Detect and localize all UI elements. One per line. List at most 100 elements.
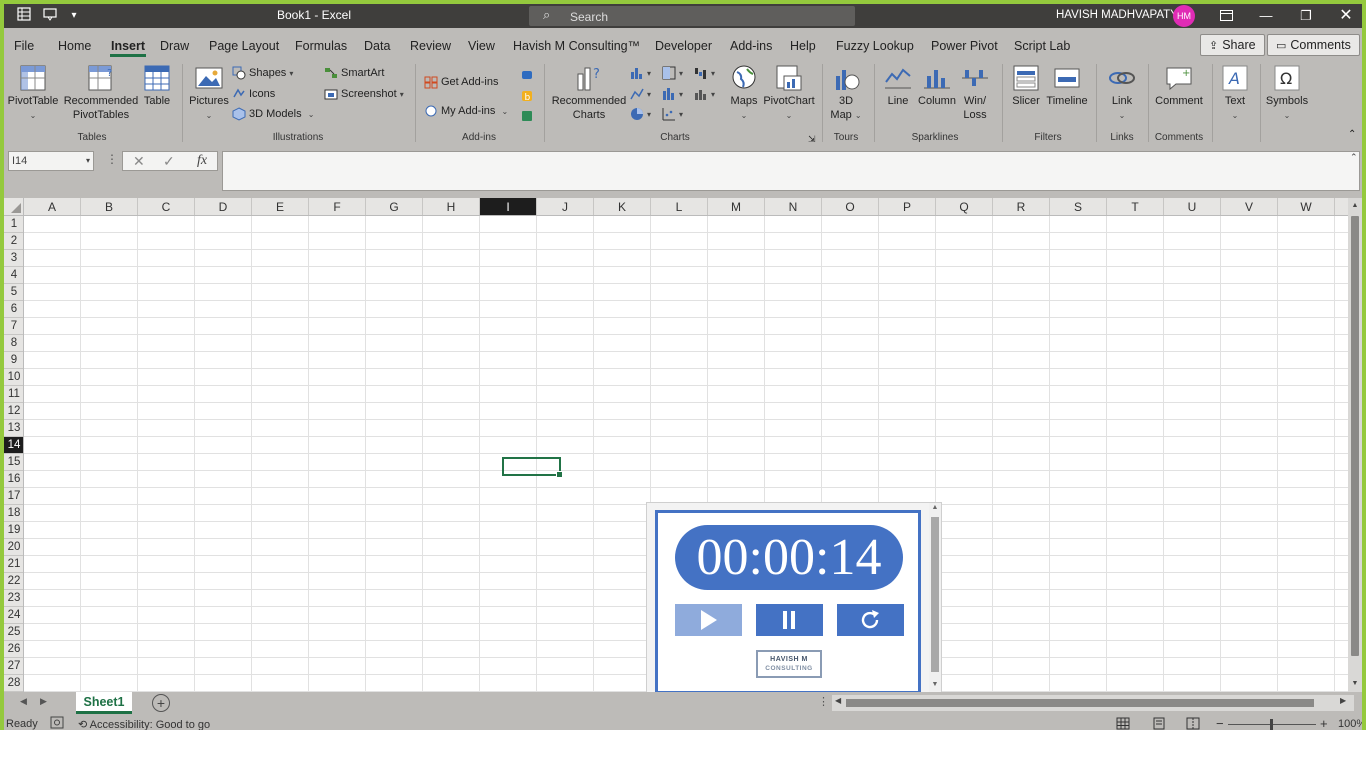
- row-header[interactable]: 4: [4, 267, 23, 284]
- chevron-down-icon[interactable]: ▾: [86, 152, 90, 170]
- pie-chart-button[interactable]: ▾: [630, 105, 651, 123]
- 3d-models-button[interactable]: 3D Models ⌄: [232, 105, 314, 123]
- page-break-view-icon[interactable]: [1186, 717, 1200, 730]
- row-header[interactable]: 27: [4, 658, 23, 675]
- combo-chart-button[interactable]: ▾: [694, 85, 715, 103]
- presentation-icon[interactable]: [40, 7, 60, 25]
- play-button[interactable]: [675, 604, 742, 636]
- widget-scrollbar[interactable]: ▲ ▼: [929, 503, 941, 692]
- my-add-ins-button[interactable]: My Add-ins ⌄: [424, 102, 508, 120]
- column-header[interactable]: J: [537, 198, 594, 215]
- next-sheet-icon[interactable]: ▶: [40, 696, 47, 707]
- row-header[interactable]: 7: [4, 318, 23, 335]
- restore-icon[interactable]: ❐: [1286, 4, 1326, 28]
- waterfall-chart-button[interactable]: ▾: [694, 64, 715, 82]
- column-header[interactable]: C: [138, 198, 195, 215]
- pictures-button[interactable]: Pictures ⌄: [188, 64, 230, 123]
- line-chart-button[interactable]: ▾: [630, 85, 651, 103]
- cell-grid[interactable]: 00:00:14 HAVISH M CONSULTING ▲ ▼: [24, 216, 1348, 692]
- tab-fuzzy-lookup[interactable]: Fuzzy Lookup: [836, 39, 914, 53]
- sparkline-line-button[interactable]: Line: [880, 64, 916, 108]
- column-header[interactable]: K: [594, 198, 651, 215]
- ribbon-display-options-icon[interactable]: [1206, 4, 1246, 28]
- timeline-button[interactable]: Timeline: [1044, 64, 1090, 108]
- row-header[interactable]: 15: [4, 454, 23, 471]
- tab-add-ins[interactable]: Add-ins: [730, 39, 772, 53]
- sparkline-column-button[interactable]: Column: [916, 64, 958, 108]
- tab-power-pivot[interactable]: Power Pivot: [931, 39, 998, 53]
- column-header[interactable]: S: [1050, 198, 1107, 215]
- scroll-up-icon[interactable]: ▲: [929, 504, 941, 511]
- search-box[interactable]: ⌕ Search: [529, 6, 855, 26]
- sparkline-winloss-button[interactable]: Win/Loss: [958, 64, 992, 122]
- horizontal-scrollbar[interactable]: ◀ ▶: [832, 695, 1354, 711]
- row-header[interactable]: 1: [4, 216, 23, 233]
- column-chart-button[interactable]: ▾: [630, 64, 651, 82]
- tab-draw[interactable]: Draw: [160, 39, 189, 53]
- table-button[interactable]: Table: [140, 64, 174, 108]
- column-header[interactable]: E: [252, 198, 309, 215]
- insert-function-icon[interactable]: fx: [197, 153, 207, 169]
- horizontal-scroll-thumb[interactable]: [846, 699, 1314, 707]
- customize-quick-access-icon[interactable]: ▾: [64, 7, 84, 25]
- row-header[interactable]: 6: [4, 301, 23, 318]
- user-name[interactable]: HAVISH MADHVAPATY: [1056, 9, 1178, 21]
- pause-button[interactable]: [756, 604, 823, 636]
- column-header[interactable]: O: [822, 198, 879, 215]
- zoom-out-icon[interactable]: −: [1216, 716, 1224, 730]
- more-options-icon[interactable]: ⋮: [818, 695, 829, 708]
- cancel-icon[interactable]: ✕: [133, 153, 145, 170]
- tab-review[interactable]: Review: [410, 39, 451, 53]
- maps-button[interactable]: Maps ⌄: [728, 64, 760, 123]
- column-header[interactable]: H: [423, 198, 480, 215]
- hierarchy-chart-button[interactable]: ▾: [662, 64, 683, 82]
- column-header[interactable]: T: [1107, 198, 1164, 215]
- collapse-ribbon-icon[interactable]: ⌃: [1348, 126, 1356, 144]
- row-header[interactable]: 11: [4, 386, 23, 403]
- column-header[interactable]: A: [24, 198, 81, 215]
- zoom-slider[interactable]: [1228, 719, 1316, 730]
- slicer-button[interactable]: Slicer: [1006, 64, 1046, 108]
- recommended-charts-button[interactable]: ? Recommended Charts: [550, 64, 628, 122]
- row-header[interactable]: 13: [4, 420, 23, 437]
- people-graph-addin-button[interactable]: [520, 66, 537, 84]
- row-header[interactable]: 9: [4, 352, 23, 369]
- share-button[interactable]: ⇪ Share: [1200, 34, 1265, 56]
- row-header[interactable]: 28: [4, 675, 23, 692]
- vertical-scrollbar[interactable]: ▲ ▼: [1348, 198, 1362, 692]
- zoom-level[interactable]: 100%: [1338, 718, 1362, 730]
- link-button[interactable]: Link ⌄: [1102, 64, 1142, 123]
- column-header[interactable]: L: [651, 198, 708, 215]
- tab-home[interactable]: Home: [58, 39, 91, 53]
- icons-button[interactable]: Icons: [232, 85, 275, 103]
- row-header[interactable]: 25: [4, 624, 23, 641]
- column-header[interactable]: R: [993, 198, 1050, 215]
- widget-scroll-thumb[interactable]: [931, 517, 939, 672]
- column-header[interactable]: I: [480, 198, 537, 215]
- zoom-in-icon[interactable]: +: [1320, 716, 1328, 730]
- tab-developer[interactable]: Developer: [655, 39, 712, 53]
- vertical-scroll-thumb[interactable]: [1351, 216, 1359, 656]
- tab-view[interactable]: View: [468, 39, 495, 53]
- pivotchart-button[interactable]: PivotChart ⌄: [762, 64, 816, 123]
- recommended-pivottables-button[interactable]: ? Recommended PivotTables: [62, 64, 140, 122]
- row-header[interactable]: 3: [4, 250, 23, 267]
- tab-script-lab[interactable]: Script Lab: [1014, 39, 1070, 53]
- name-box[interactable]: I14 ▾: [8, 151, 94, 171]
- add-sheet-icon[interactable]: +: [152, 694, 170, 712]
- enter-icon[interactable]: ✓: [163, 153, 175, 170]
- row-header[interactable]: 19: [4, 522, 23, 539]
- scroll-down-icon[interactable]: ▼: [929, 681, 941, 688]
- row-header[interactable]: 18: [4, 505, 23, 522]
- row-header[interactable]: 17: [4, 488, 23, 505]
- column-header[interactable]: B: [81, 198, 138, 215]
- sheet-tab-sheet1[interactable]: Sheet1: [76, 692, 132, 714]
- symbols-button[interactable]: Ω Symbols ⌄: [1262, 64, 1312, 123]
- grid-app-icon[interactable]: [14, 7, 34, 25]
- tab-file[interactable]: File: [14, 39, 34, 53]
- scroll-right-icon[interactable]: ▶: [1340, 696, 1346, 705]
- scroll-up-icon[interactable]: ▲: [1348, 202, 1362, 209]
- tab-page-layout[interactable]: Page Layout: [209, 39, 279, 53]
- macro-recording-icon[interactable]: [50, 716, 64, 730]
- column-header[interactable]: F: [309, 198, 366, 215]
